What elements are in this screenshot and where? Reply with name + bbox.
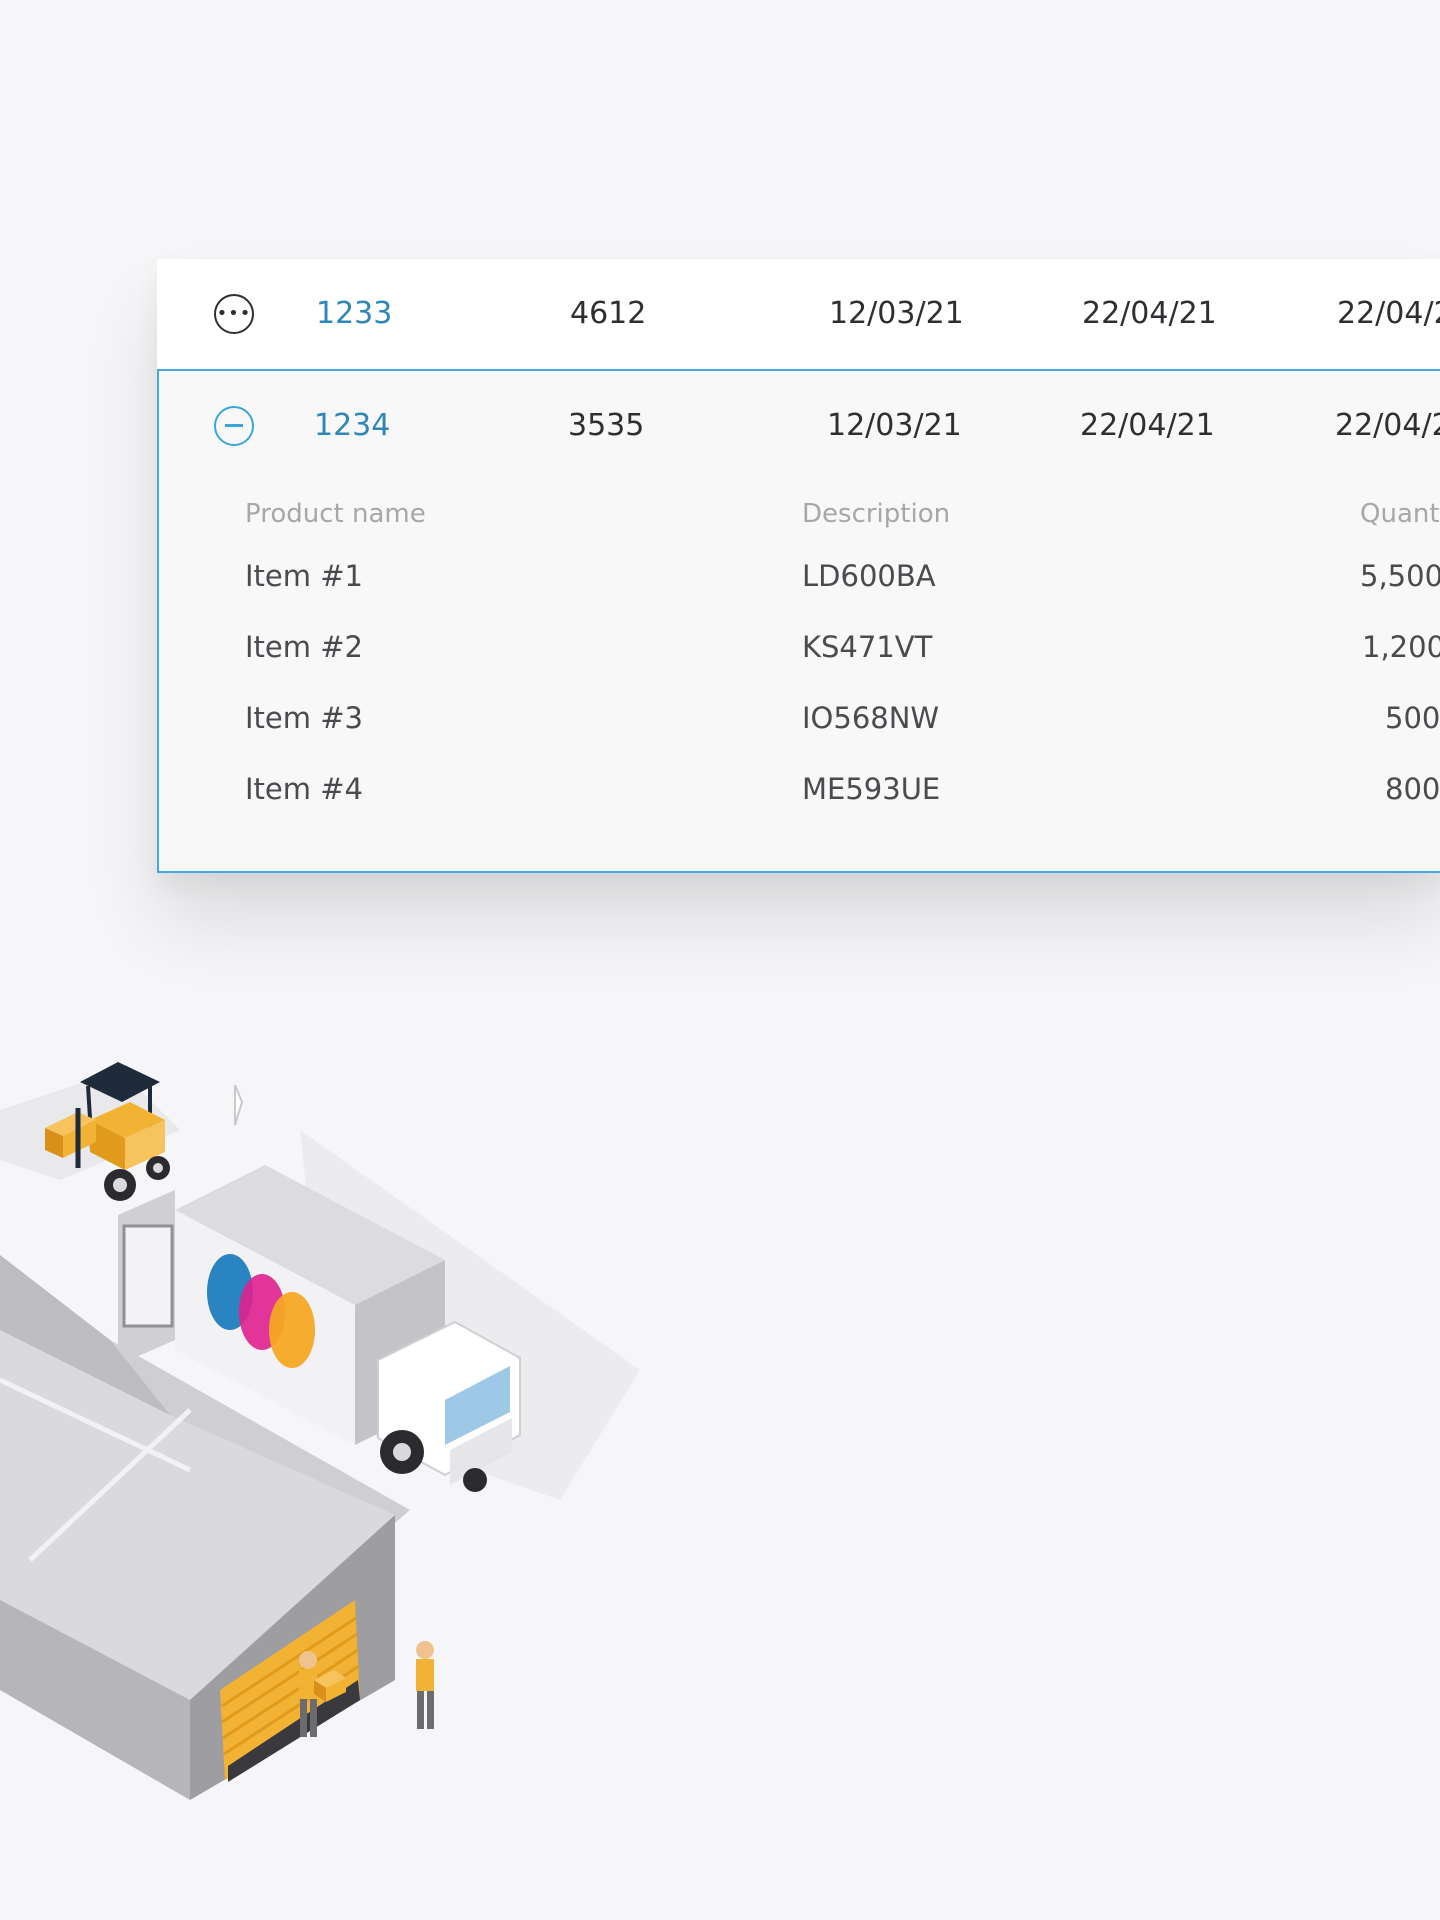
line-item-description: ME593UE (802, 772, 941, 806)
order-ref: 4612 (570, 296, 647, 331)
warehouse-logistics-illustration (0, 1062, 640, 1800)
order-date-2: 22/04/21 (1080, 408, 1215, 443)
order-date-1: 12/03/21 (829, 296, 964, 331)
expanded-order-panel: 1234 3535 12/03/21 22/04/21 22/04/2 Prod… (157, 369, 1440, 873)
page: ••• 1233 4612 12/03/21 22/04/21 22/04/2 … (0, 0, 1440, 1920)
order-date-1: 12/03/21 (827, 408, 962, 443)
line-item-quantity: 800. (1385, 772, 1440, 806)
more-options-icon[interactable]: ••• (214, 294, 254, 334)
header-product-name: Product name (245, 499, 426, 529)
collapse-minus-icon[interactable] (214, 406, 254, 446)
header-description: Description (802, 499, 951, 529)
line-item-product: Item #4 (245, 772, 363, 806)
order-id-link[interactable]: 1233 (316, 259, 392, 369)
line-item-product: Item #2 (245, 630, 363, 664)
line-item-description: IO568NW (802, 701, 940, 735)
line-item-description: LD600BA (802, 559, 936, 593)
line-item-quantity: 5,500. (1360, 559, 1440, 593)
line-item-quantity: 500. (1385, 701, 1440, 735)
orders-table: ••• 1233 4612 12/03/21 22/04/21 22/04/2 … (157, 259, 1440, 873)
header-quantity: Quant (1360, 499, 1440, 529)
order-ref: 3535 (568, 408, 645, 443)
order-date-2: 22/04/21 (1082, 296, 1217, 331)
order-row-1233[interactable]: ••• 1233 4612 12/03/21 22/04/21 22/04/2 (157, 259, 1440, 369)
line-item-product: Item #1 (245, 559, 363, 593)
forklift-icon (45, 1062, 170, 1201)
line-item-quantity: 1,200. (1362, 630, 1440, 664)
order-date-3: 22/04/2 (1335, 408, 1440, 443)
worker-standing-icon (416, 1641, 434, 1729)
order-line-items: Product name Description Quant Item #1 L… (159, 481, 1440, 871)
order-date-3: 22/04/2 (1337, 296, 1440, 331)
order-row-1234[interactable]: 1234 3535 12/03/21 22/04/21 22/04/2 (159, 371, 1440, 481)
line-item-product: Item #3 (245, 701, 363, 735)
order-id-link[interactable]: 1234 (314, 371, 390, 481)
line-item-description: KS471VT (802, 630, 933, 664)
